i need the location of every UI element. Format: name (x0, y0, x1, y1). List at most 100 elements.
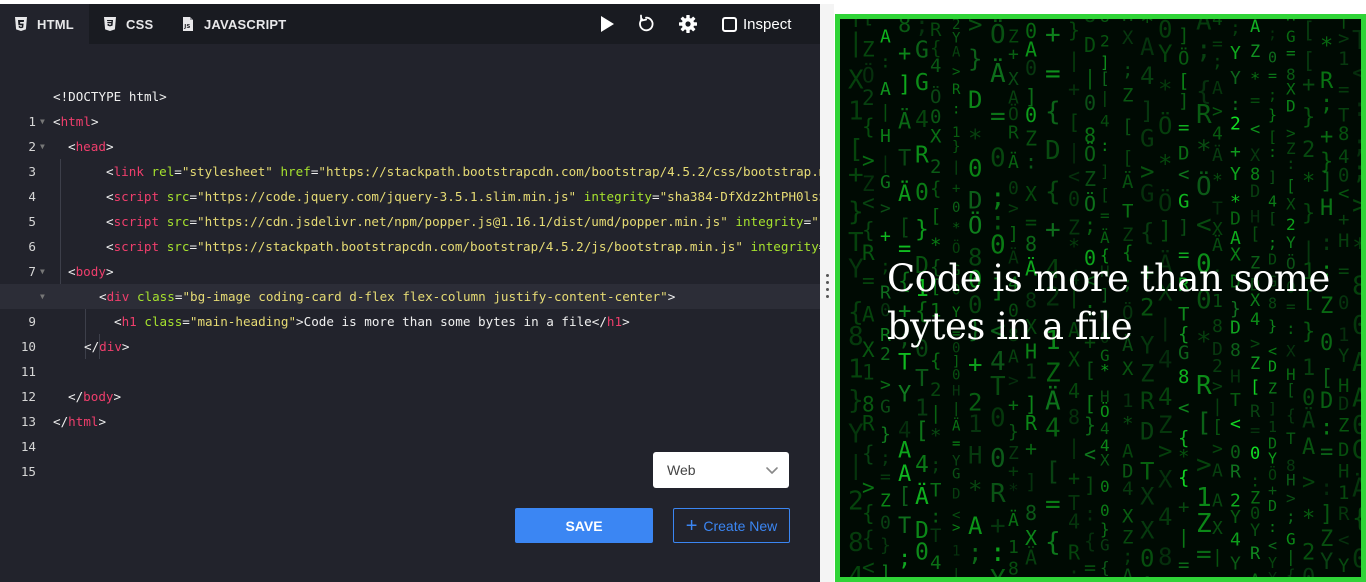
svg-text:0: 0 (1008, 178, 1019, 199)
svg-text:;: ; (1352, 156, 1361, 186)
svg-text:=: = (1178, 116, 1189, 138)
svg-text:0: 0 (1100, 477, 1110, 496)
reset-button[interactable] (636, 14, 656, 34)
svg-text:|: | (952, 159, 960, 175)
svg-text:<: < (1178, 164, 1189, 186)
svg-text:<: < (1230, 414, 1241, 435)
run-button[interactable] (597, 14, 617, 34)
inspect-checkbox[interactable] (722, 16, 737, 32)
svg-text:=: = (1100, 206, 1110, 225)
svg-text:;: ; (1268, 25, 1277, 43)
svg-text:X: X (1068, 348, 1080, 372)
fold-arrow-icon[interactable]: ▼ (40, 109, 45, 134)
svg-text:X: X (1140, 516, 1155, 544)
coding-card: ||X1[+}TY{81}Y|284[ZÖ2{>Z<{R=AX18R{>{{<Ö… (835, 14, 1366, 582)
code-text: <link rel="stylesheet" href="https://sta… (106, 164, 880, 179)
svg-text:Z: Z (1122, 85, 1133, 107)
svg-text:]: ] (1158, 217, 1172, 245)
code-area[interactable]: 1 <!DOCTYPE html> 2 ▼ <html> 3 ▼ <head> … (0, 84, 1366, 479)
svg-text:D: D (1045, 136, 1061, 166)
tab-css[interactable]: CSS (89, 4, 169, 44)
svg-text:]: ] (1100, 162, 1110, 181)
svg-text::: : (1268, 518, 1277, 536)
svg-text:|: | (880, 153, 891, 174)
svg-text:H: H (1320, 196, 1333, 221)
svg-text:2: 2 (930, 379, 941, 401)
svg-text:D: D (968, 187, 982, 215)
svg-text:D: D (1268, 357, 1277, 375)
svg-text:;: ; (1122, 59, 1133, 81)
svg-text:Ö: Ö (1178, 46, 1189, 69)
svg-text::: : (990, 538, 1006, 568)
inspect-toggle[interactable]: Inspect (722, 14, 791, 34)
fold-arrow-icon[interactable]: ▼ (40, 134, 45, 159)
svg-text:<: < (862, 191, 875, 215)
create-new-button[interactable]: + Create New (673, 508, 790, 543)
svg-text:R: R (1230, 461, 1241, 482)
svg-text:R: R (1196, 371, 1212, 401)
fold-arrow-icon[interactable]: ▼ (40, 259, 45, 284)
svg-text:Ö: Ö (1158, 188, 1172, 217)
svg-text:[: [ (1100, 185, 1110, 204)
svg-text:Y: Y (1286, 233, 1296, 252)
svg-text:4: 4 (1140, 62, 1154, 90)
svg-text:{: { (1178, 466, 1189, 488)
svg-text:0: 0 (1230, 442, 1241, 463)
svg-text:Y: Y (1230, 164, 1241, 185)
panel-splitter[interactable] (820, 4, 834, 582)
svg-text:=: = (1178, 554, 1189, 576)
svg-text:D: D (1338, 439, 1349, 461)
svg-text:>: > (1286, 489, 1296, 508)
tab-html-label: HTML (37, 16, 74, 32)
tab-html[interactable]: HTML (0, 4, 89, 44)
svg-text:Y: Y (1230, 554, 1241, 575)
svg-text:=: = (1045, 489, 1061, 519)
save-button[interactable]: SAVE (515, 508, 653, 543)
svg-text:D: D (1230, 209, 1241, 230)
svg-text:0: 0 (930, 106, 941, 128)
svg-text:4: 4 (1068, 379, 1080, 403)
svg-text:D: D (968, 86, 982, 114)
svg-text:2: 2 (1230, 114, 1241, 135)
svg-text:+: + (1045, 20, 1061, 50)
svg-text:0: 0 (990, 404, 1006, 434)
svg-text:]: ] (1178, 216, 1189, 238)
code-line: 4 <link rel="stylesheet" href="https://s… (0, 159, 879, 204)
svg-text:[: [ (1250, 225, 1260, 245)
svg-text:Z: Z (1140, 360, 1154, 388)
svg-text:+: + (1338, 208, 1349, 230)
svg-text:;: ; (898, 546, 911, 571)
svg-text:Z: Z (1338, 414, 1349, 436)
code-line: 3 ▼ <head> (0, 134, 820, 179)
svg-text:Y: Y (1230, 68, 1241, 89)
svg-text:D: D (1286, 96, 1296, 115)
svg-text:[: [ (1178, 70, 1189, 92)
svg-text:=: = (1268, 67, 1277, 85)
svg-text:;: ; (1212, 51, 1223, 72)
mode-select[interactable]: Web (653, 452, 789, 488)
code-editor-panel: HTML CSS JS JAVASCRIPT Inspect 1 <!DOCTY… (0, 4, 1366, 582)
settings-button[interactable] (678, 14, 698, 34)
svg-text:R: R (1320, 69, 1334, 94)
svg-text:0: 0 (1025, 56, 1037, 80)
svg-text:8: 8 (1068, 405, 1080, 429)
svg-text:Z: Z (1320, 527, 1333, 552)
svg-text:[: [ (1122, 147, 1133, 169)
svg-text:>: > (1212, 376, 1223, 397)
svg-text:{: { (930, 178, 941, 200)
svg-text:0: 0 (1084, 91, 1096, 115)
svg-text:0: 0 (990, 144, 1006, 174)
svg-text:[: [ (898, 484, 911, 509)
svg-text:4: 4 (1158, 503, 1172, 531)
svg-text::: : (1268, 143, 1277, 161)
svg-text:{: { (1045, 528, 1061, 558)
svg-text:{: { (1140, 219, 1154, 247)
svg-text:8: 8 (1158, 543, 1172, 571)
svg-text:8: 8 (1352, 272, 1361, 302)
svg-text:|: | (930, 402, 941, 424)
svg-text:>: > (968, 19, 982, 39)
fold-arrow-icon[interactable]: ▼ (40, 284, 45, 309)
svg-text:D: D (1178, 143, 1189, 165)
tab-javascript[interactable]: JS JAVASCRIPT (169, 4, 299, 44)
svg-text:>: > (1212, 439, 1223, 460)
